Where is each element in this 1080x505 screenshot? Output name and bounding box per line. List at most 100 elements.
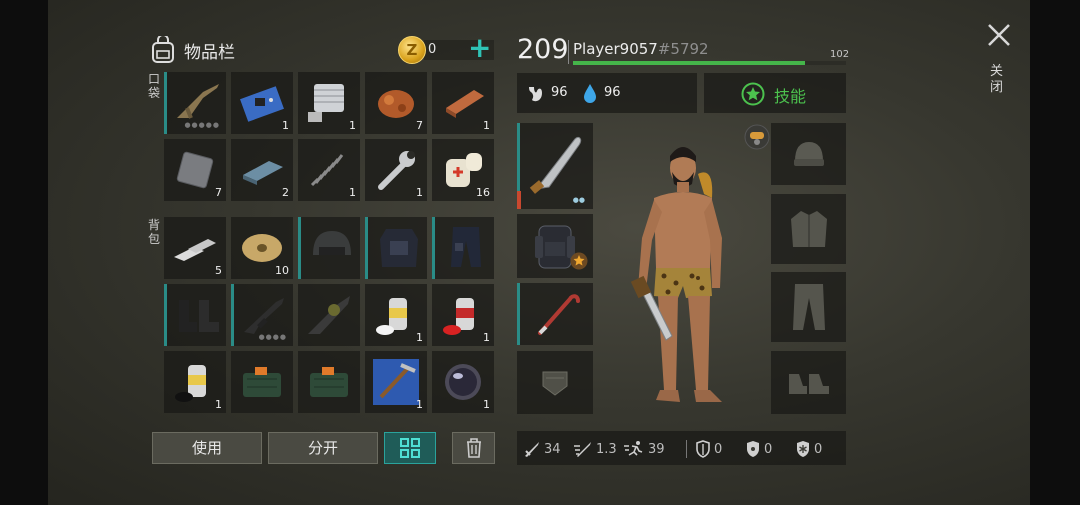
inventory-slot[interactable]: 1 [432,351,494,413]
character-figure [630,147,722,402]
item-count: 1 [215,398,222,411]
durability-dots: ●●●●● [184,121,220,129]
white-spray-can-icon [376,298,407,335]
inventory-slot[interactable]: 1 [432,72,494,134]
legs-slot[interactable] [771,272,846,342]
copper-ore-icon [378,90,414,118]
skills-button[interactable]: 技能 [704,73,846,113]
inventory-slot[interactable]: ●●●● [231,284,293,346]
inventory-slot[interactable] [298,217,360,279]
shield-icon [696,440,710,458]
silver-bars-icon [174,239,216,261]
grid-icon [400,438,420,458]
delete-button[interactable] [452,432,495,464]
water-value: 96 [604,85,621,100]
copper-ingot-icon [446,90,484,118]
inventory-slot[interactable]: 1 [365,139,427,201]
backpack-label: 背包 [147,218,160,246]
coin-icon: Z [398,36,426,64]
star-icon [741,82,765,106]
pants-icon [792,284,825,330]
armored-pants-icon [451,227,481,267]
shoes-icon [788,373,829,394]
body-armor-icon [380,229,418,267]
sort-grid-button[interactable] [384,432,436,464]
item-count: 1 [282,119,289,132]
inventory-slot[interactable] [365,217,427,279]
spring-icon [310,154,344,187]
item-count: 10 [275,264,289,277]
explosive-charge-icon [310,367,348,397]
torso-slot[interactable] [771,194,846,264]
backpack-icon [152,36,174,63]
inventory-slot[interactable]: 1 [231,72,293,134]
beanie-icon [793,142,824,166]
inventory-slot[interactable] [432,217,494,279]
pocket-slot[interactable] [517,351,593,414]
inventory-slot[interactable]: ●●●●● [164,72,226,134]
radiation-shield-icon [747,441,759,457]
jacket-icon [790,211,827,247]
item-count: 1 [483,331,490,344]
coin-count: 0 [428,42,437,57]
helmet-icon [313,231,351,255]
grenade-launcher-icon [308,296,350,334]
split-button[interactable]: 分开 [268,432,378,464]
feet-slot[interactable] [771,351,846,414]
item-count: 1 [416,331,423,344]
item-count: 5 [215,264,222,277]
inventory-slot[interactable] [164,284,226,346]
swift-sword-icon [574,442,591,457]
inventory-slot[interactable]: 1 [164,351,226,413]
inventory-slot[interactable]: 16 [432,139,494,201]
use-button[interactable]: 使用 [152,432,262,464]
inventory-slot[interactable]: 1 [298,72,360,134]
coin-balance: Z 0 + [398,34,498,64]
wrench-icon [378,151,415,190]
inventory-slot[interactable]: 1 [432,284,494,346]
circuit-board-icon [240,86,284,122]
player-name: Player9057#5792 [573,40,709,58]
food-value: 96 [551,85,568,100]
pocket-label: 口袋 [147,72,160,100]
item-count: 7 [416,119,423,132]
inventory-slot[interactable]: 5 [164,217,226,279]
player-level: 209 [517,34,569,65]
close-icon[interactable] [986,22,1012,48]
inventory-slot[interactable]: 1 [298,139,360,201]
head-slot[interactable] [771,123,846,185]
inventory-slot[interactable]: 7 [164,139,226,201]
skills-label: 技能 [774,87,807,106]
backpack-slot[interactable] [517,214,593,278]
item-count: 1 [416,186,423,199]
red-spray-can-icon [443,298,474,335]
inventory-slot[interactable] [298,284,360,346]
weapon-slot[interactable]: ●● [517,123,593,209]
item-count: 1 [349,119,356,132]
explosive-charge-icon [243,367,281,397]
engine-part-icon [308,84,344,122]
item-count: 1 [483,398,490,411]
trash-icon [466,438,481,458]
close-label[interactable]: 关闭 [990,64,1006,96]
gas-mask-badge-icon [744,124,770,150]
speed-stat: 39 [623,440,665,458]
pocket-icon [542,371,568,396]
inventory-slot[interactable] [231,351,293,413]
inventory-slot[interactable]: 1 [365,284,427,346]
iron-plate-icon [176,151,214,189]
inventory-slot[interactable] [298,351,360,413]
radiation-stat: 0 [745,440,772,458]
inventory-slot[interactable]: 2 [231,139,293,201]
player-id: #5792 [657,40,709,58]
defense-stat: 0 [695,440,722,458]
add-coins-button[interactable]: + [468,34,491,62]
tool-slot[interactable] [517,283,593,345]
inventory-slot[interactable]: 10 [231,217,293,279]
water-drop-icon [584,84,596,103]
inventory-slot[interactable]: 1 [365,351,427,413]
snowflake-shield-icon [797,441,809,457]
inventory-slot[interactable]: 7 [365,72,427,134]
running-icon [624,441,643,456]
item-count: 7 [215,186,222,199]
